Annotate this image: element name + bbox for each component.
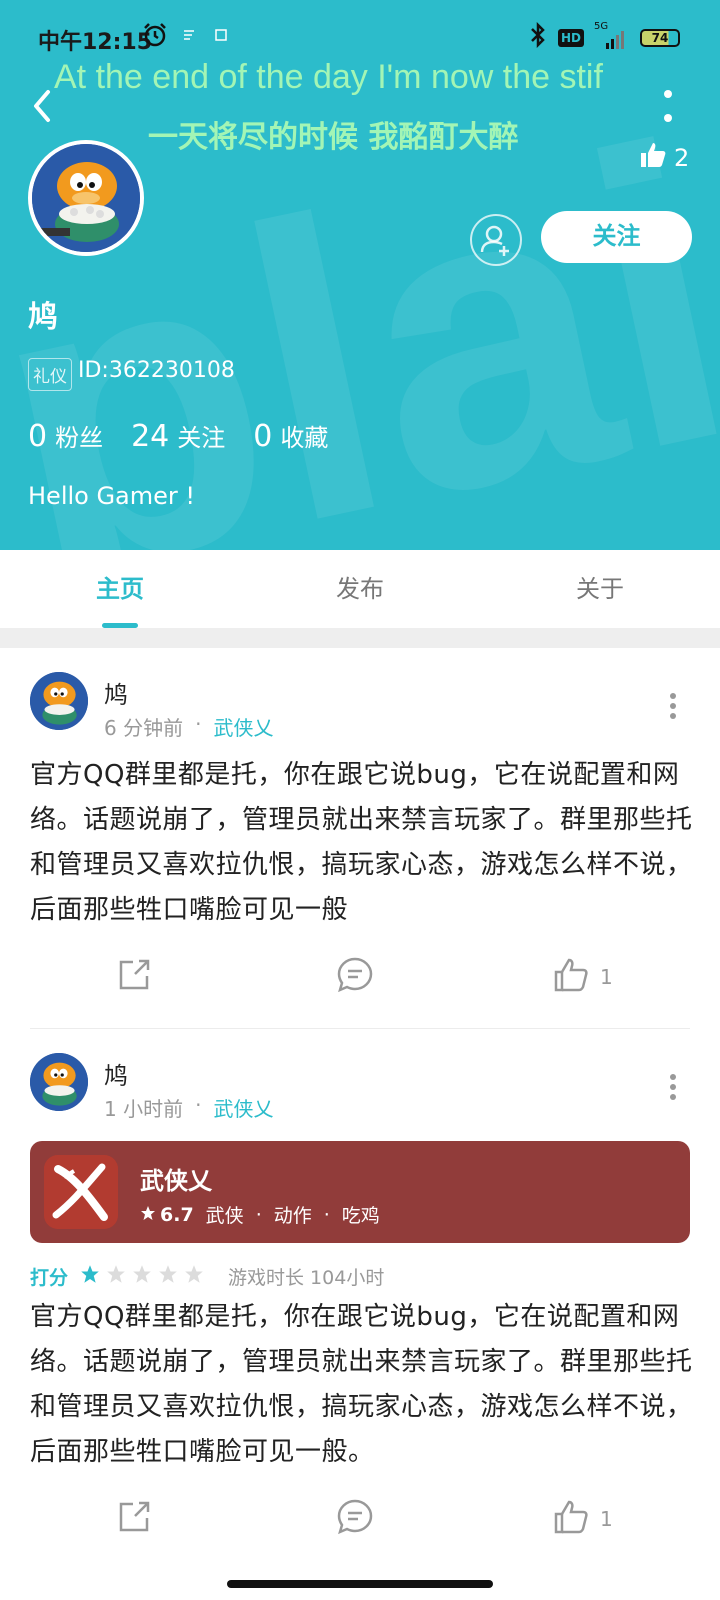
profile-tabs: 主页 发布 关于 [0,550,720,628]
avatar[interactable] [30,1053,88,1111]
game-score: 6.7 [160,1203,194,1226]
lyric-line-chinese: 一天将尽的时候 我酩酊大醉 [148,120,519,155]
notification-icon [182,28,196,45]
bluetooth-icon [528,21,548,54]
post-content[interactable]: 官方QQ群里都是托，你在跟它说bug，它在说配置和网络。话题说崩了，管理员就出来… [30,753,694,933]
comment-icon [336,956,374,999]
stat-number: 0 [253,419,273,454]
profile-avatar[interactable] [28,140,144,256]
stat-favorites[interactable]: 0 收藏 [253,418,328,454]
game-tag: 动作 [273,1205,312,1227]
game-card[interactable]: 武侠乂 6.7 武侠 · 动作 · 吃鸡 [30,1141,690,1243]
comment-button[interactable] [336,1489,374,1549]
tab-about[interactable]: 关于 [480,550,720,628]
post-time: 6 分钟前 [104,716,184,740]
back-button[interactable] [28,86,56,126]
profile-stats: 0 粉丝 24 关注 0 收藏 [28,418,328,454]
alarm-icon [142,22,168,54]
profile-header: plai 中午12:15 HD 5G 74 At the end of the … [0,0,720,550]
section-divider [0,628,720,648]
tab-posts[interactable]: 发布 [240,550,480,628]
status-time: 中午12:15 [38,30,153,55]
stat-following[interactable]: 24 关注 [131,418,225,454]
tag-separator: · [323,1203,330,1226]
more-menu-icon[interactable] [660,88,676,124]
star-icon [184,1264,204,1289]
thumbs-up-icon [552,1498,590,1541]
star-icon [80,1264,100,1289]
playtime: 游戏时长 104小时 [228,1267,385,1289]
battery-icon: 74 [640,29,680,47]
share-icon [115,956,153,999]
follow-button[interactable]: 关注 [541,211,692,263]
post-actions: 1 [0,947,720,1007]
star-icon [132,1264,152,1289]
post-more-icon[interactable] [668,1073,678,1101]
comment-icon [336,1498,374,1541]
meta-separator: · [195,712,202,736]
share-button[interactable] [115,1489,153,1549]
home-indicator[interactable] [227,1580,493,1588]
status-right-icons: HD 5G 74 [528,21,680,54]
add-friend-button[interactable] [470,214,522,266]
rating-stars [80,1264,204,1289]
profile-id: ID:362230108 [78,358,235,383]
stat-fans[interactable]: 0 粉丝 [28,418,103,454]
post-actions: 1 [0,1489,720,1549]
stat-number: 0 [28,419,48,454]
like-button[interactable]: 1 [552,1489,613,1549]
status-bar: 中午12:15 HD 5G 74 [0,18,720,58]
like-count: 1 [600,1507,613,1531]
stat-label: 关注 [177,424,226,452]
stat-label: 粉丝 [55,424,104,452]
rating-row: 打分 游戏时长 104小时 [30,1263,384,1290]
hd-icon: HD [557,29,584,47]
tab-home[interactable]: 主页 [0,550,240,628]
post-content[interactable]: 官方QQ群里都是托，你在跟它说bug，它在说配置和网络。话题说崩了，管理员就出来… [30,1295,694,1475]
game-tag: 武侠 [205,1205,244,1227]
post-meta: 1 小时前 · 武侠乂 [104,1093,273,1122]
avatar[interactable] [30,672,88,730]
post-game-link[interactable]: 武侠乂 [213,1093,273,1122]
signal-icon: 5G [594,21,630,51]
profile-bio: Hello Gamer ! [28,482,196,510]
game-logo-icon [44,1155,118,1229]
stat-number: 24 [131,419,170,454]
game-info: 6.7 武侠 · 动作 · 吃鸡 [140,1201,380,1228]
post-more-icon[interactable] [668,692,678,720]
profile-username: 鸠 [28,300,58,335]
rating-label: 打分 [30,1267,69,1289]
thumbs-up-icon [552,956,590,999]
post-time: 1 小时前 [104,1097,184,1121]
lyric-line-english: At the end of the day I'm now the stif [54,58,603,96]
notification-icon [214,28,228,45]
likes-count: 2 [674,144,690,172]
game-title: 武侠乂 [140,1167,212,1195]
like-button[interactable]: 1 [552,947,613,1007]
share-button[interactable] [115,947,153,1007]
comment-button[interactable] [336,947,374,1007]
post-author[interactable]: 鸠 [104,675,128,710]
star-icon [158,1264,178,1289]
game-tag: 吃鸡 [341,1205,380,1227]
thumbs-up-icon [638,140,668,176]
post-meta: 6 分钟前 · 武侠乂 [104,712,273,741]
post-author[interactable]: 鸠 [104,1056,128,1091]
profile-likes[interactable]: 2 [638,140,689,176]
post-game-link[interactable]: 武侠乂 [213,712,273,741]
post-divider [30,1028,690,1029]
like-count: 1 [600,965,613,989]
tag-separator: · [255,1203,262,1226]
star-icon [106,1264,126,1289]
etiquette-badge: 礼仪 [28,358,72,391]
meta-separator: · [195,1093,202,1117]
stat-label: 收藏 [280,424,329,452]
share-icon [115,1498,153,1541]
star-icon [140,1204,156,1226]
